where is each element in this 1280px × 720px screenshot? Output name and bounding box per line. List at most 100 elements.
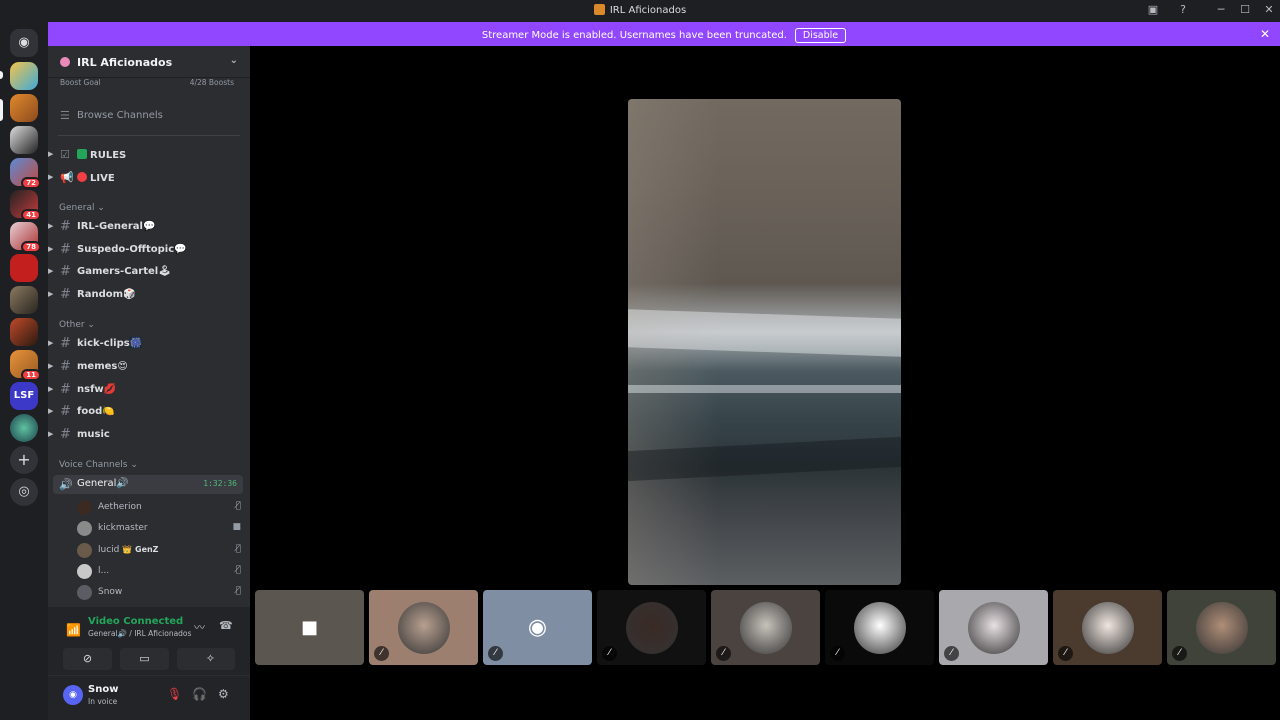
server-icon[interactable]: LSF	[10, 382, 38, 410]
voice-user[interactable]: Aetherion 🎙̸	[77, 498, 241, 516]
maximize-icon[interactable]: ☐	[1237, 3, 1253, 17]
server-icon[interactable]	[10, 286, 38, 314]
participant-tile[interactable]: ⁄	[1053, 590, 1162, 665]
muted-icon: 🎙̸	[235, 586, 241, 596]
help-icon[interactable]: ?	[1175, 3, 1191, 17]
disconnect-icon[interactable]: ☎	[219, 619, 233, 632]
participant-tile[interactable]: ⁄	[597, 590, 706, 665]
server-icon[interactable]	[10, 254, 38, 282]
voice-user[interactable]: kickmaster ■	[77, 519, 241, 537]
category-voice[interactable]: Voice Channels ⌄	[59, 460, 138, 470]
server-icon[interactable]	[10, 318, 38, 346]
avatar[interactable]: ◉	[63, 685, 83, 705]
noise-suppression-icon[interactable]: 〰	[194, 619, 205, 635]
participant-tile[interactable]: ◉ ⁄	[483, 590, 592, 665]
close-icon[interactable]: ✕	[1261, 3, 1277, 17]
minimize-icon[interactable]: ─	[1213, 3, 1229, 17]
screen-share-icon[interactable]: ▣	[1145, 3, 1161, 17]
channel-item[interactable]: ▶ # nsfw💋	[48, 380, 250, 400]
channel-item[interactable]: ▶ # IRL-General💬	[48, 217, 250, 237]
selected-pill	[0, 99, 3, 121]
participant-tile[interactable]: ⁄	[939, 590, 1048, 665]
discord-home-icon[interactable]: ◉	[10, 29, 38, 57]
hash-icon: #	[60, 336, 71, 351]
muted-icon: ⁄	[944, 646, 959, 661]
soundboard-button[interactable]: ✧	[186, 648, 235, 670]
channel-item[interactable]: ▶ # food🍋	[48, 402, 250, 422]
add-server-icon[interactable]: +	[10, 446, 38, 474]
avatar	[77, 521, 92, 536]
headphones-icon[interactable]: 🎧	[192, 687, 207, 701]
voice-user[interactable]: l... 🎙̸	[77, 562, 241, 580]
avatar	[1195, 601, 1248, 654]
server-icon[interactable]	[10, 62, 38, 90]
username[interactable]: Snow	[88, 684, 118, 695]
participant-tile[interactable]: ⁄	[825, 590, 934, 665]
camera-off-button[interactable]: ⊘	[63, 648, 112, 670]
divider	[58, 135, 240, 136]
close-banner-icon[interactable]: ✕	[1260, 27, 1270, 41]
category-general[interactable]: General ⌄	[59, 203, 105, 213]
category-other[interactable]: Other ⌄	[59, 320, 95, 330]
muted-icon: ⁄	[374, 646, 389, 661]
channel-item[interactable]: ▶ # Gamers-Cartel🕹	[48, 262, 250, 282]
server-icon[interactable]	[10, 414, 38, 442]
muted-icon: ⁄	[488, 646, 503, 661]
voice-channel-general[interactable]: 🔊 General🔊 1:32:36	[53, 475, 243, 494]
participant-tile[interactable]: ■	[255, 590, 364, 665]
hash-icon: #	[60, 219, 71, 234]
server-icon[interactable]: 41	[10, 190, 41, 221]
screen-share-icon: ▭	[139, 652, 150, 665]
browse-channels[interactable]: ☰ Browse Channels	[48, 106, 250, 126]
channel-item[interactable]: ▶ # Suspedo-Offtopic💬	[48, 240, 250, 260]
channel-live[interactable]: ▶ 📢 LIVE	[48, 168, 250, 188]
muted-icon: ⁄	[1058, 646, 1073, 661]
channel-item[interactable]: ▶ # kick-clips🎆	[48, 334, 250, 354]
speaker-icon: 🔊	[59, 478, 73, 491]
server-icon[interactable]	[10, 94, 38, 122]
server-badge-icon	[60, 57, 70, 67]
collapse-arrow-icon: ▶	[48, 150, 54, 158]
server-icon[interactable]: 72	[10, 158, 41, 189]
channel-item[interactable]: ▶ # music	[48, 425, 250, 445]
channel-item[interactable]: ▶ # Random🎲	[48, 285, 250, 305]
disable-button[interactable]: Disable	[794, 28, 847, 43]
streamer-mode-banner: Streamer Mode is enabled. Usernames have…	[48, 22, 1280, 46]
server-rail: ◉ 72 41 78 11 LSF + ◎	[0, 21, 48, 720]
channel-rules[interactable]: ▶ ☑ RULES	[48, 145, 250, 165]
user-status: In voice	[88, 697, 118, 706]
server-icon[interactable]: 11	[10, 350, 41, 381]
participant-tile[interactable]: ⁄	[711, 590, 820, 665]
boost-goal[interactable]: Boost Goal 4/28 Boosts	[60, 78, 240, 90]
camera-off-icon: ⊘	[82, 652, 93, 665]
connection-location[interactable]: General🔊 / IRL Aficionados	[88, 629, 191, 638]
chevron-down-icon[interactable]: ⌄	[230, 55, 238, 66]
main-video-stream[interactable]	[628, 99, 901, 585]
connection-status[interactable]: Video Connected	[88, 616, 183, 627]
avatar	[77, 564, 92, 579]
voice-user[interactable]: lucid 👑 GenZ 🎙̸	[77, 541, 241, 559]
mute-mic-icon[interactable]: 🎙	[167, 687, 182, 701]
settings-gear-icon[interactable]: ⚙	[218, 687, 229, 701]
rules-icon: ☑	[60, 148, 70, 161]
hash-icon: #	[60, 427, 71, 442]
voice-user[interactable]: Snow 🎙̸	[77, 583, 241, 601]
server-icon	[593, 4, 605, 15]
explore-icon[interactable]: ◎	[10, 478, 38, 506]
participant-tile[interactable]: ⁄	[369, 590, 478, 665]
megaphone-icon: 📢	[60, 171, 74, 184]
muted-icon: ⁄	[716, 646, 731, 661]
channel-item[interactable]: ▶ # memes😍	[48, 357, 250, 377]
avatar	[967, 601, 1020, 654]
participant-tile[interactable]: ⁄	[1167, 590, 1276, 665]
server-header[interactable]: IRL Aficionados ⌄	[48, 46, 250, 78]
hash-icon: #	[60, 359, 71, 374]
avatar	[77, 500, 92, 515]
hash-icon: #	[60, 264, 71, 279]
signal-icon[interactable]: 📶	[66, 623, 81, 637]
server-icon[interactable]	[10, 126, 38, 154]
screen-share-button[interactable]: ▭	[120, 648, 169, 670]
mention-badge: 41	[21, 209, 41, 221]
banner-message: Streamer Mode is enabled. Usernames have…	[481, 30, 787, 41]
server-icon[interactable]: 78	[10, 222, 41, 253]
